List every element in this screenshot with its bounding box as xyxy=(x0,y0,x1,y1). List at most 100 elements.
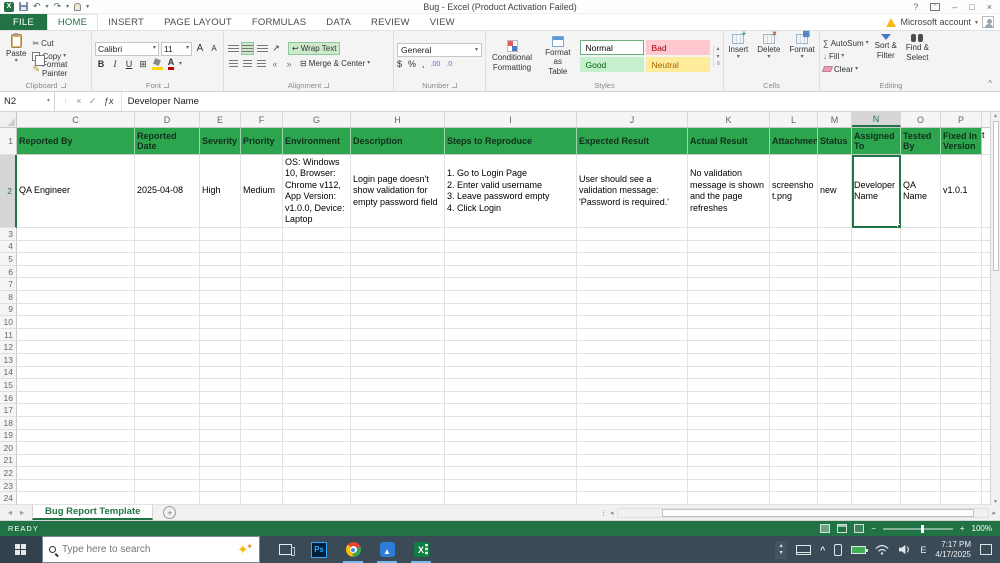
cell-J15[interactable] xyxy=(577,379,688,392)
cell-D21[interactable] xyxy=(135,454,200,468)
cell-M22[interactable] xyxy=(818,467,852,480)
underline-button[interactable]: U xyxy=(123,58,135,71)
task-view-button[interactable] xyxy=(270,536,300,563)
increase-decimal-button[interactable]: .00 xyxy=(431,61,441,68)
zoom-slider[interactable] xyxy=(882,524,953,533)
cell-L8[interactable] xyxy=(770,290,818,304)
cell-N6[interactable] xyxy=(852,265,901,279)
cell-H10[interactable] xyxy=(351,316,445,329)
cell-H17[interactable] xyxy=(351,404,445,417)
cell-G13[interactable] xyxy=(283,353,351,367)
cell-N1[interactable]: Assigned To xyxy=(852,128,901,155)
cell-P4[interactable] xyxy=(941,240,982,254)
cell-E1[interactable]: Severity xyxy=(200,128,241,155)
cell-K8[interactable] xyxy=(688,290,770,304)
row-header-9[interactable]: 9 xyxy=(0,303,17,317)
row-header-23[interactable]: 23 xyxy=(0,479,17,493)
row-header-5[interactable]: 5 xyxy=(0,253,17,266)
cell-P15[interactable] xyxy=(941,379,982,392)
cell-G12[interactable] xyxy=(283,341,351,354)
cell-H21[interactable] xyxy=(351,454,445,468)
cell-K20[interactable] xyxy=(688,442,770,455)
cell-K11[interactable] xyxy=(688,328,770,342)
tab-view[interactable]: VIEW xyxy=(420,14,465,30)
cell-C20[interactable] xyxy=(17,442,135,455)
cell-N19[interactable] xyxy=(852,429,901,443)
cell-K10[interactable] xyxy=(688,316,770,329)
cell-C19[interactable] xyxy=(17,429,135,443)
cell-I16[interactable] xyxy=(445,391,577,405)
cell-F10[interactable] xyxy=(241,316,283,329)
cell-K4[interactable] xyxy=(688,240,770,254)
column-header-L[interactable]: L xyxy=(770,112,818,127)
row-header-4[interactable]: 4 xyxy=(0,240,17,254)
account-area[interactable]: Microsoft account ▾ xyxy=(886,14,1000,30)
column-header-I[interactable]: I xyxy=(445,112,577,127)
cell-E20[interactable] xyxy=(200,442,241,455)
cell-D13[interactable] xyxy=(135,353,200,367)
cell-C11[interactable] xyxy=(17,328,135,342)
scroll-up-icon[interactable]: ▴ xyxy=(994,112,997,119)
cell-E6[interactable] xyxy=(200,265,241,279)
cell-M3[interactable] xyxy=(818,228,852,241)
cell-D19[interactable] xyxy=(135,429,200,443)
tab-review[interactable]: REVIEW xyxy=(361,14,420,30)
cell-P18[interactable] xyxy=(941,416,982,430)
cell-O12[interactable] xyxy=(901,341,941,354)
cell-J5[interactable] xyxy=(577,253,688,266)
cell-D17[interactable] xyxy=(135,404,200,417)
cell-E5[interactable] xyxy=(200,253,241,266)
cell-P22[interactable] xyxy=(941,467,982,480)
cell-P2[interactable]: v1.0.1 xyxy=(941,155,982,228)
cell-E15[interactable] xyxy=(200,379,241,392)
cell-J3[interactable] xyxy=(577,228,688,241)
taskbar-search[interactable]: ✦✦ xyxy=(42,536,260,563)
cell-N2[interactable]: Developer Name xyxy=(852,155,901,228)
cell-J23[interactable] xyxy=(577,479,688,493)
align-bottom-button[interactable] xyxy=(256,42,268,55)
cell-H23[interactable] xyxy=(351,479,445,493)
cell-M21[interactable] xyxy=(818,454,852,468)
cell-K9[interactable] xyxy=(688,303,770,317)
tray-expand-icon[interactable]: ^ xyxy=(820,545,825,555)
cell-F6[interactable] xyxy=(241,265,283,279)
row-header-6[interactable]: 6 xyxy=(0,265,17,279)
cell-M2[interactable]: new xyxy=(818,155,852,228)
cell-I12[interactable] xyxy=(445,341,577,354)
cell-L17[interactable] xyxy=(770,404,818,417)
cell-N7[interactable] xyxy=(852,278,901,291)
delete-cells-button[interactable]: × Delete ▾ xyxy=(754,30,783,79)
row-header-22[interactable]: 22 xyxy=(0,467,17,480)
cell-O17[interactable] xyxy=(901,404,941,417)
format-as-table-button[interactable]: Format as Table xyxy=(538,35,577,77)
cell-F12[interactable] xyxy=(241,341,283,354)
comma-style-button[interactable]: , xyxy=(422,59,425,69)
cell-G3[interactable] xyxy=(283,228,351,241)
cell-O5[interactable] xyxy=(901,253,941,266)
cell-O16[interactable] xyxy=(901,391,941,405)
cell-K12[interactable] xyxy=(688,341,770,354)
sheet-nav-right-icon[interactable]: ▸ xyxy=(20,508,24,517)
cell-M23[interactable] xyxy=(818,479,852,493)
cell-E4[interactable] xyxy=(200,240,241,254)
cell-L23[interactable] xyxy=(770,479,818,493)
cell-G1[interactable]: Environment xyxy=(283,128,351,155)
fill-color-button[interactable] xyxy=(151,58,163,71)
cell-J13[interactable] xyxy=(577,353,688,367)
hscroll-right-icon[interactable]: ▸ xyxy=(992,509,996,517)
name-box[interactable]: N2 ▾ xyxy=(0,92,55,111)
cell-F11[interactable] xyxy=(241,328,283,342)
cell-F3[interactable] xyxy=(241,228,283,241)
cell-J21[interactable] xyxy=(577,454,688,468)
number-dialog-launcher[interactable] xyxy=(451,82,457,88)
cell-L10[interactable] xyxy=(770,316,818,329)
cell-H18[interactable] xyxy=(351,416,445,430)
cell-E21[interactable] xyxy=(200,454,241,468)
cell-I22[interactable] xyxy=(445,467,577,480)
align-right-button[interactable] xyxy=(255,57,267,70)
cell-H11[interactable] xyxy=(351,328,445,342)
cell-K2[interactable]: No validation message is shown and the p… xyxy=(688,155,770,228)
collapse-ribbon-icon[interactable]: ^ xyxy=(988,79,992,88)
cell-J24[interactable] xyxy=(577,492,688,506)
cell-P10[interactable] xyxy=(941,316,982,329)
